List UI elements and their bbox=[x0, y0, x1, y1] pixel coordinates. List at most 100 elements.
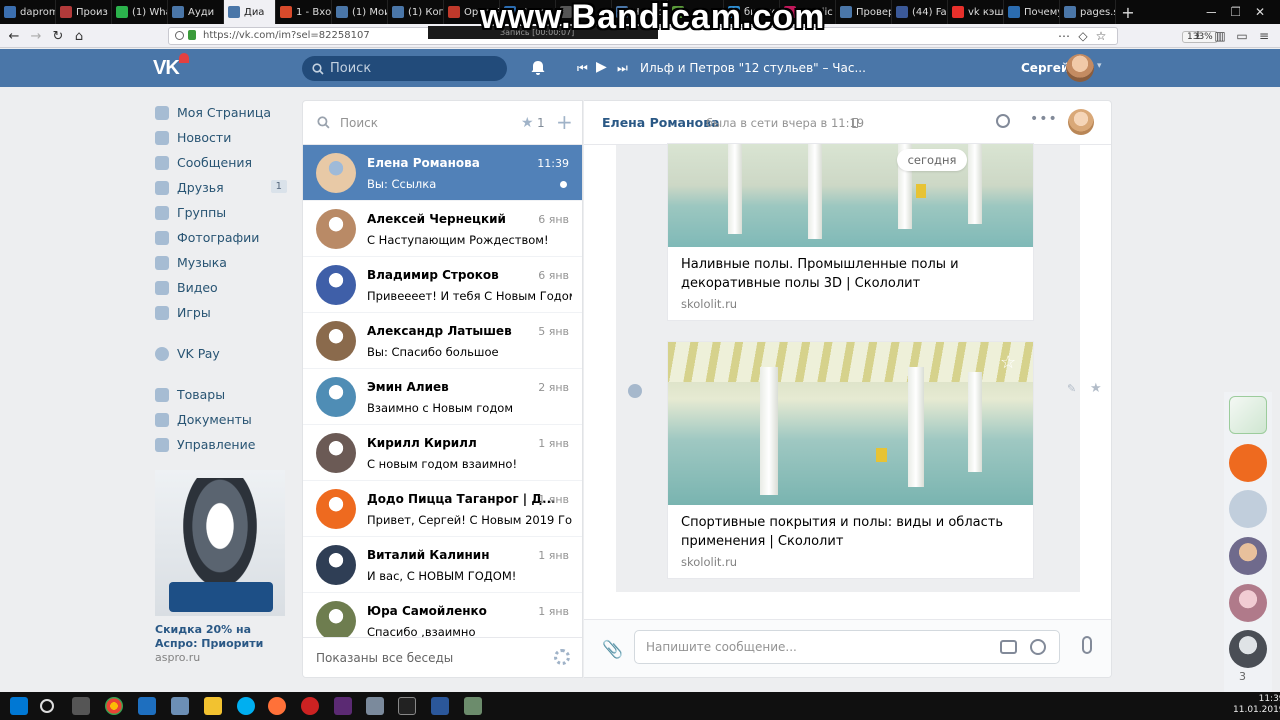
library-icon[interactable]: ▥ bbox=[1212, 28, 1228, 44]
browser-tab[interactable]: vk кэш bbox=[948, 0, 1004, 24]
star-icon[interactable]: ★ bbox=[1090, 381, 1102, 396]
ad-title[interactable]: Скидка 20% на Аспро: Приорити bbox=[155, 623, 295, 651]
dialog-row[interactable]: Кирилл Кирилл 1 янв С новым годом взаимно! bbox=[303, 425, 582, 481]
back-button[interactable]: ← bbox=[5, 27, 23, 45]
ad-url[interactable]: aspro.ru bbox=[155, 651, 200, 664]
skype-icon[interactable] bbox=[237, 697, 255, 715]
dialogs-search[interactable]: Поиск ★ 1 + bbox=[303, 101, 582, 145]
dialog-row[interactable]: Алексей Чернецкий 6 янв С Наступающим Рожд… bbox=[303, 201, 582, 257]
dialog-avatar[interactable] bbox=[316, 153, 356, 193]
word-icon[interactable] bbox=[431, 697, 449, 715]
link-card-source[interactable]: skololit.ru bbox=[681, 297, 737, 311]
audio-track-title[interactable]: Ильф и Петров "12 стульев" – Час... bbox=[640, 61, 866, 75]
lock-icon[interactable] bbox=[188, 30, 196, 40]
nav-item-9[interactable]: Игры bbox=[155, 300, 295, 325]
task-view-icon[interactable] bbox=[72, 697, 90, 715]
app-icon[interactable] bbox=[366, 697, 384, 715]
rail-item[interactable] bbox=[1229, 444, 1267, 482]
nav-item-13[interactable]: Управление bbox=[155, 432, 295, 457]
browser-tab[interactable]: Почему bbox=[1004, 0, 1060, 24]
smile-icon[interactable] bbox=[1030, 639, 1046, 655]
user-name[interactable]: Сергей bbox=[1021, 61, 1069, 75]
play-icon[interactable]: ▶ bbox=[596, 59, 607, 75]
link-card[interactable]: ☆ Спортивные покрытия и полы: виды и обл… bbox=[667, 341, 1034, 579]
pocket-icon[interactable]: ◇ bbox=[1075, 28, 1091, 44]
browser-tab[interactable]: Произ bbox=[56, 0, 112, 24]
browser-tab[interactable]: (1) Кого bbox=[388, 0, 444, 24]
next-track-icon[interactable]: ⏭ bbox=[617, 61, 628, 76]
menu-icon[interactable]: ≡ bbox=[1256, 28, 1272, 44]
link-card-title[interactable]: Спортивные покрытия и полы: виды и облас… bbox=[681, 513, 1021, 551]
dialog-avatar[interactable] bbox=[316, 545, 356, 585]
close-window-button[interactable]: ✕ bbox=[1240, 0, 1280, 24]
peer-avatar[interactable] bbox=[1068, 109, 1094, 135]
bell-icon[interactable] bbox=[530, 60, 546, 76]
pencil-icon[interactable]: ✎ bbox=[1067, 382, 1076, 395]
bookmark-star-icon[interactable]: ☆ bbox=[1093, 28, 1109, 44]
peer-name[interactable]: Елена Романова bbox=[602, 115, 720, 130]
browser-tab[interactable]: pages.s bbox=[1060, 0, 1116, 24]
rail-item[interactable] bbox=[1229, 537, 1267, 575]
browser-tab[interactable]: daprom bbox=[0, 0, 56, 24]
app-icon[interactable] bbox=[464, 697, 482, 715]
user-avatar[interactable] bbox=[1066, 54, 1094, 82]
nav-item-4[interactable]: Друзья 1 bbox=[155, 175, 295, 200]
search-icon[interactable] bbox=[40, 699, 54, 713]
app-icon[interactable] bbox=[171, 697, 189, 715]
info-icon[interactable] bbox=[175, 31, 184, 40]
more-dots-icon[interactable]: ⋯ bbox=[1056, 28, 1072, 44]
taskbar-clock[interactable]: 11:3911.01.2019 bbox=[1233, 694, 1280, 716]
new-chat-plus-icon[interactable]: + bbox=[556, 110, 573, 134]
link-card-source[interactable]: skololit.ru bbox=[681, 555, 737, 569]
gear-icon[interactable] bbox=[554, 649, 570, 665]
chrome-icon[interactable] bbox=[105, 697, 123, 715]
browser-tab[interactable]: Ауди bbox=[168, 0, 224, 24]
windows-start-icon[interactable] bbox=[10, 697, 28, 715]
nav-item-3[interactable]: Сообщения bbox=[155, 150, 295, 175]
home-icon[interactable]: ⌂ bbox=[70, 27, 88, 45]
dialog-row[interactable]: Александр Латышев 5 янв Вы: Спасибо большо… bbox=[303, 313, 582, 369]
browser-tab[interactable]: (1) Мои bbox=[332, 0, 388, 24]
dialog-row[interactable]: Елена Романова 11:39 Вы: Ссылка bbox=[303, 145, 582, 201]
rail-item[interactable] bbox=[1229, 396, 1267, 434]
rail-item[interactable] bbox=[1229, 490, 1267, 528]
dialog-row[interactable]: Владимир Строков 6 янв Привееeет! И тебя С… bbox=[303, 257, 582, 313]
nav-item-7[interactable]: Музыка bbox=[155, 250, 295, 275]
dialog-avatar[interactable] bbox=[316, 377, 356, 417]
rail-item[interactable] bbox=[1229, 584, 1267, 622]
sidebar-icon[interactable]: ▭ bbox=[1234, 28, 1250, 44]
nav-item-5[interactable]: Группы bbox=[155, 200, 295, 225]
edge-icon[interactable] bbox=[138, 697, 156, 715]
search-icon[interactable] bbox=[996, 114, 1010, 128]
dialog-avatar[interactable] bbox=[316, 209, 356, 249]
nav-item-6[interactable]: Фотографии bbox=[155, 225, 295, 250]
important-count[interactable]: 1 bbox=[537, 116, 545, 130]
nav-item-2[interactable]: Новости bbox=[155, 125, 295, 150]
star-icon[interactable]: ★ bbox=[521, 115, 534, 131]
more-dots-icon[interactable]: ••• bbox=[1030, 111, 1058, 127]
forward-button[interactable]: → bbox=[27, 27, 45, 45]
nav-item-1[interactable]: Моя Страница bbox=[155, 100, 295, 125]
firefox-icon[interactable] bbox=[268, 697, 286, 715]
dialog-avatar[interactable] bbox=[316, 265, 356, 305]
nav-item-11[interactable]: Товары bbox=[155, 382, 295, 407]
vk-logo[interactable]: VK bbox=[153, 53, 191, 79]
nav-item-10[interactable]: VK Pay bbox=[155, 341, 295, 366]
dialog-row[interactable]: Эмин Алиев 2 янв Взаимно с Новым годом bbox=[303, 369, 582, 425]
browser-tab[interactable]: (44) Fac bbox=[892, 0, 948, 24]
chevron-down-icon[interactable]: ▾ bbox=[1097, 61, 1102, 71]
dialog-avatar[interactable] bbox=[316, 321, 356, 361]
browser-tab[interactable]: Диа bbox=[224, 0, 276, 24]
browser-tab[interactable]: (1) Wha bbox=[112, 0, 168, 24]
new-tab-button[interactable]: + bbox=[1116, 0, 1140, 24]
microphone-icon[interactable] bbox=[1082, 636, 1092, 654]
download-icon[interactable]: ⭳ bbox=[1190, 28, 1206, 44]
header-search[interactable]: Поиск bbox=[302, 56, 507, 81]
ad-image[interactable] bbox=[155, 470, 285, 616]
app-icon[interactable] bbox=[334, 697, 352, 715]
nav-item-8[interactable]: Видео bbox=[155, 275, 295, 300]
message-input[interactable]: Напишите сообщение... bbox=[634, 630, 1060, 664]
folder-icon[interactable] bbox=[204, 697, 222, 715]
nav-item-12[interactable]: Документы bbox=[155, 407, 295, 432]
dialog-avatar[interactable] bbox=[316, 601, 356, 641]
